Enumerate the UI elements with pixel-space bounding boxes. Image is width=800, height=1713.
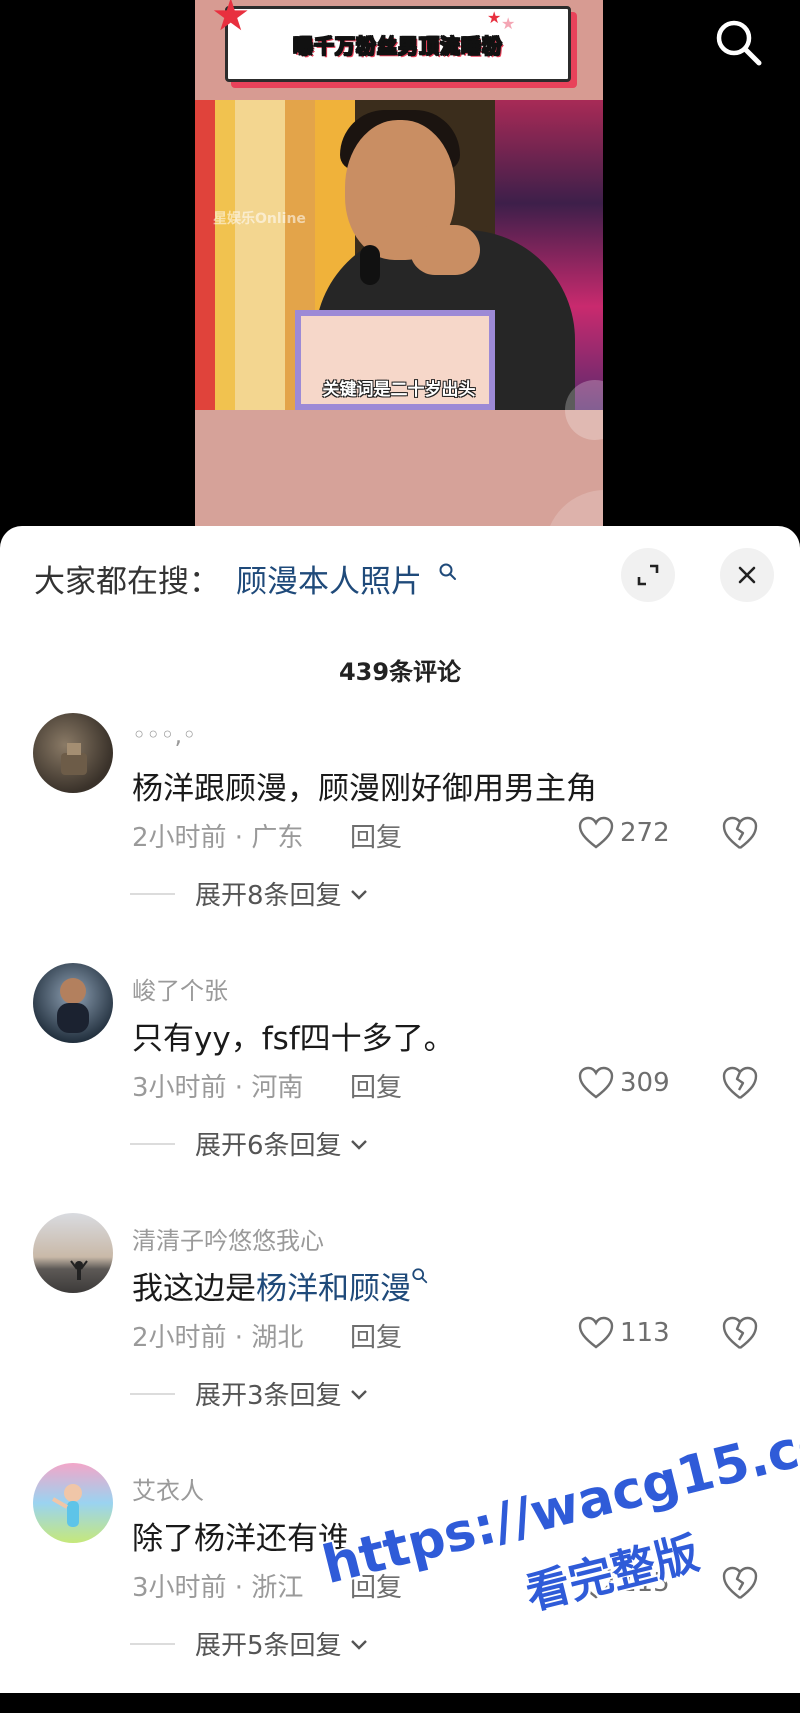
comment-item: ◦◦◦,◦ 杨洋跟顾漫，顾漫刚好御用男主角 2小时前 · 广东 回复 272 展… [0, 713, 800, 963]
like-count: 272 [620, 818, 670, 848]
comment-text: 杨洋跟顾漫，顾漫刚好御用男主角 [132, 771, 597, 807]
like-button[interactable]: 309 [578, 1063, 670, 1103]
chevron-down-icon [350, 1389, 367, 1400]
comment-text: 只有yy，fsf四十多了。 [132, 1021, 455, 1057]
broken-heart-icon[interactable] [720, 1063, 760, 1103]
video-area[interactable]: 曝千万粉丝男顶流睡粉 ★ ★ ★ 星娱乐Online 关键词是二十岁出头 [0, 0, 800, 560]
comment-username[interactable]: 峻了个张 [132, 971, 228, 1006]
close-button[interactable] [720, 548, 774, 602]
heart-icon [578, 1316, 614, 1349]
reply-button[interactable]: 回复 [350, 1567, 402, 1604]
reply-button[interactable]: 回复 [350, 1067, 402, 1104]
expand-replies-label: 展开6条回复 [195, 1131, 342, 1161]
video-banner-text: 曝千万粉丝男顶流睡粉 [293, 33, 503, 58]
comment-item: 峻了个张 只有yy，fsf四十多了。 3小时前 · 河南 回复 309 展开6条… [0, 963, 800, 1213]
avatar[interactable] [33, 1463, 113, 1543]
broken-heart-icon[interactable] [720, 1563, 760, 1603]
video-frame[interactable]: 曝千万粉丝男顶流睡粉 ★ ★ ★ 星娱乐Online 关键词是二十岁出头 [195, 0, 603, 560]
comment-sheet: 大家都在搜： 顾漫本人照片 439条评论 ◦◦◦,◦ 杨洋跟顾漫，顾漫刚好御用男… [0, 526, 800, 1693]
heart-icon [578, 1566, 614, 1599]
like-count: 115 [620, 1568, 670, 1598]
star-icon: ★ [211, 0, 251, 41]
trending-search-prefix: 大家都在搜： [34, 564, 220, 600]
comment-username[interactable]: 清清子吟悠悠我心 [132, 1221, 324, 1256]
trending-search-link[interactable]: 顾漫本人照片 [236, 556, 422, 601]
expand-replies-button[interactable]: 展开3条回复 [130, 1375, 370, 1412]
reply-button[interactable]: 回复 [350, 817, 402, 854]
avatar[interactable] [33, 963, 113, 1043]
expand-replies-label: 展开8条回复 [195, 881, 342, 911]
chevron-down-icon [350, 889, 367, 900]
comment-item: 艾衣人 除了杨洋还有谁 3小时前 · 浙江 回复 115 展开5条回复 [0, 1463, 800, 1713]
search-icon [716, 20, 762, 66]
like-button[interactable]: 113 [578, 1313, 670, 1353]
star-icon: ★ [501, 14, 516, 33]
expand-replies-button[interactable]: 展开5条回复 [130, 1625, 370, 1662]
comment-username[interactable]: 艾衣人 [132, 1471, 204, 1506]
comment-text: 除了杨洋还有谁 [132, 1521, 349, 1557]
video-banner: 曝千万粉丝男顶流睡粉 [225, 6, 571, 82]
video-subtitle: 关键词是二十岁出头 [322, 380, 476, 400]
broken-heart-icon[interactable] [720, 1313, 760, 1353]
chevron-down-icon [350, 1139, 367, 1150]
avatar[interactable] [33, 713, 113, 793]
heart-icon [578, 816, 614, 849]
comment-meta: 2小时前 · 广东 [132, 823, 304, 853]
broken-heart-icon[interactable] [720, 813, 760, 853]
comment-item: 清清子吟悠悠我心 我这边是杨洋和顾漫 2小时前 · 湖北 回复 113 展开3条… [0, 1213, 800, 1463]
sheet-header: 大家都在搜： 顾漫本人照片 [0, 526, 800, 618]
comment-meta: 3小时前 · 河南 [132, 1073, 304, 1103]
like-count: 309 [620, 1068, 670, 1098]
search-icon[interactable] [411, 1267, 429, 1285]
microphone [360, 245, 380, 285]
expand-replies-label: 展开5条回复 [195, 1631, 342, 1661]
search-button[interactable] [712, 16, 766, 70]
comment-count: 439条评论 [338, 658, 462, 686]
comment-meta: 3小时前 · 浙江 [132, 1573, 304, 1603]
expand-replies-button[interactable]: 展开8条回复 [130, 875, 370, 912]
fullscreen-button[interactable] [621, 548, 675, 602]
comment-meta: 2小时前 · 湖北 [132, 1323, 304, 1353]
avatar[interactable] [33, 1213, 113, 1293]
like-button[interactable]: 272 [578, 813, 670, 853]
comment-text: 我这边是杨洋和顾漫 [132, 1263, 429, 1308]
close-icon [738, 566, 756, 584]
expand-replies-label: 展开3条回复 [195, 1381, 342, 1411]
search-icon[interactable] [438, 562, 458, 582]
chevron-down-icon [350, 1639, 367, 1650]
reply-button[interactable]: 回复 [350, 1317, 402, 1354]
comment-username[interactable]: ◦◦◦,◦ [132, 721, 196, 749]
heart-icon [578, 1066, 614, 1099]
star-icon: ★ [487, 8, 502, 27]
comment-search-link[interactable]: 杨洋和顾漫 [256, 1271, 411, 1307]
channel-watermark: 星娱乐Online [213, 211, 306, 227]
like-count: 113 [620, 1318, 670, 1348]
like-button[interactable]: 115 [578, 1563, 670, 1603]
expand-replies-button[interactable]: 展开6条回复 [130, 1125, 370, 1162]
expand-icon [637, 564, 659, 586]
